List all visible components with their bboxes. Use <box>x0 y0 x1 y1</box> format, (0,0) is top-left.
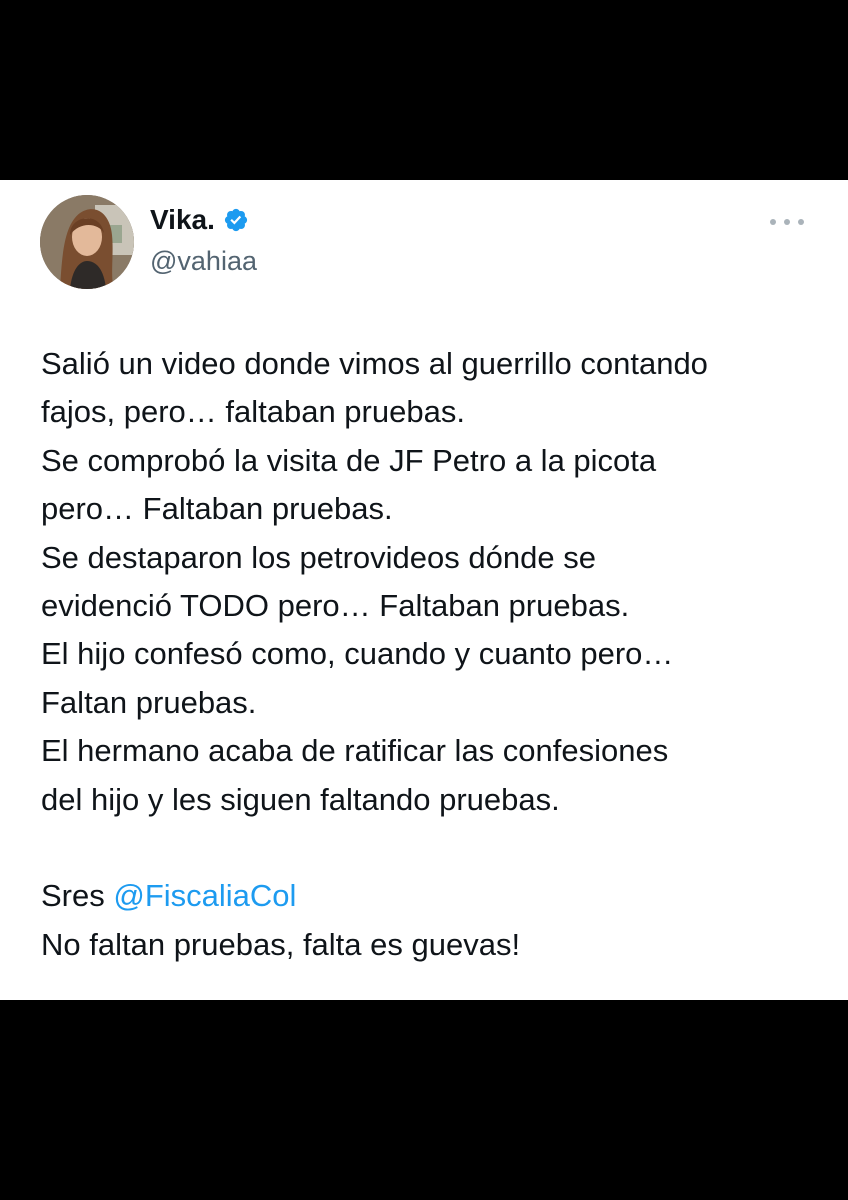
tweet-line: Faltan pruebas. <box>41 684 257 720</box>
tweet-line: evidenció TODO pero… Faltaban pruebas. <box>41 588 630 624</box>
tweet-line: Salió un video donde vimos al guerrillo … <box>41 346 708 381</box>
more-options-icon[interactable] <box>770 212 804 232</box>
dot <box>784 219 790 225</box>
tweet-line: fajos, pero… faltaban pruebas. <box>41 394 465 430</box>
tweet-line: Sres @FiscaliaCol <box>41 872 821 920</box>
profile-photo <box>40 195 134 289</box>
tweet-line: Se comprobó la visita de JF Petro a la p… <box>41 442 657 478</box>
avatar[interactable] <box>40 195 134 289</box>
dot <box>770 219 776 225</box>
tweet-line: El hijo confesó como, cuando y cuanto pe… <box>41 636 674 672</box>
author-handle[interactable]: @vahiaa <box>150 246 257 277</box>
tweet-text: Salió un video donde vimos al guerrillo … <box>41 340 821 969</box>
dot <box>798 219 804 225</box>
author-name-row: Vika. <box>150 200 249 240</box>
display-name[interactable]: Vika. <box>150 204 215 236</box>
tweet-line: El hermano acaba de ratificar las confes… <box>41 733 669 769</box>
tweet-line: del hijo y les siguen faltando pruebas. <box>41 781 560 817</box>
tweet-line: Se destaparon los petrovideos dónde se <box>41 539 596 575</box>
tweet-line: pero… Faltaban pruebas. <box>41 491 393 527</box>
closing-prefix: Sres <box>41 878 114 914</box>
mention-link[interactable]: @FiscaliaCol <box>113 878 296 913</box>
tweet-line: No faltan pruebas, falta es guevas! <box>41 926 521 962</box>
screenshot-frame: Vika. @vahiaa Salió un video donde vimos… <box>0 0 848 1200</box>
verified-badge-icon <box>224 208 247 232</box>
